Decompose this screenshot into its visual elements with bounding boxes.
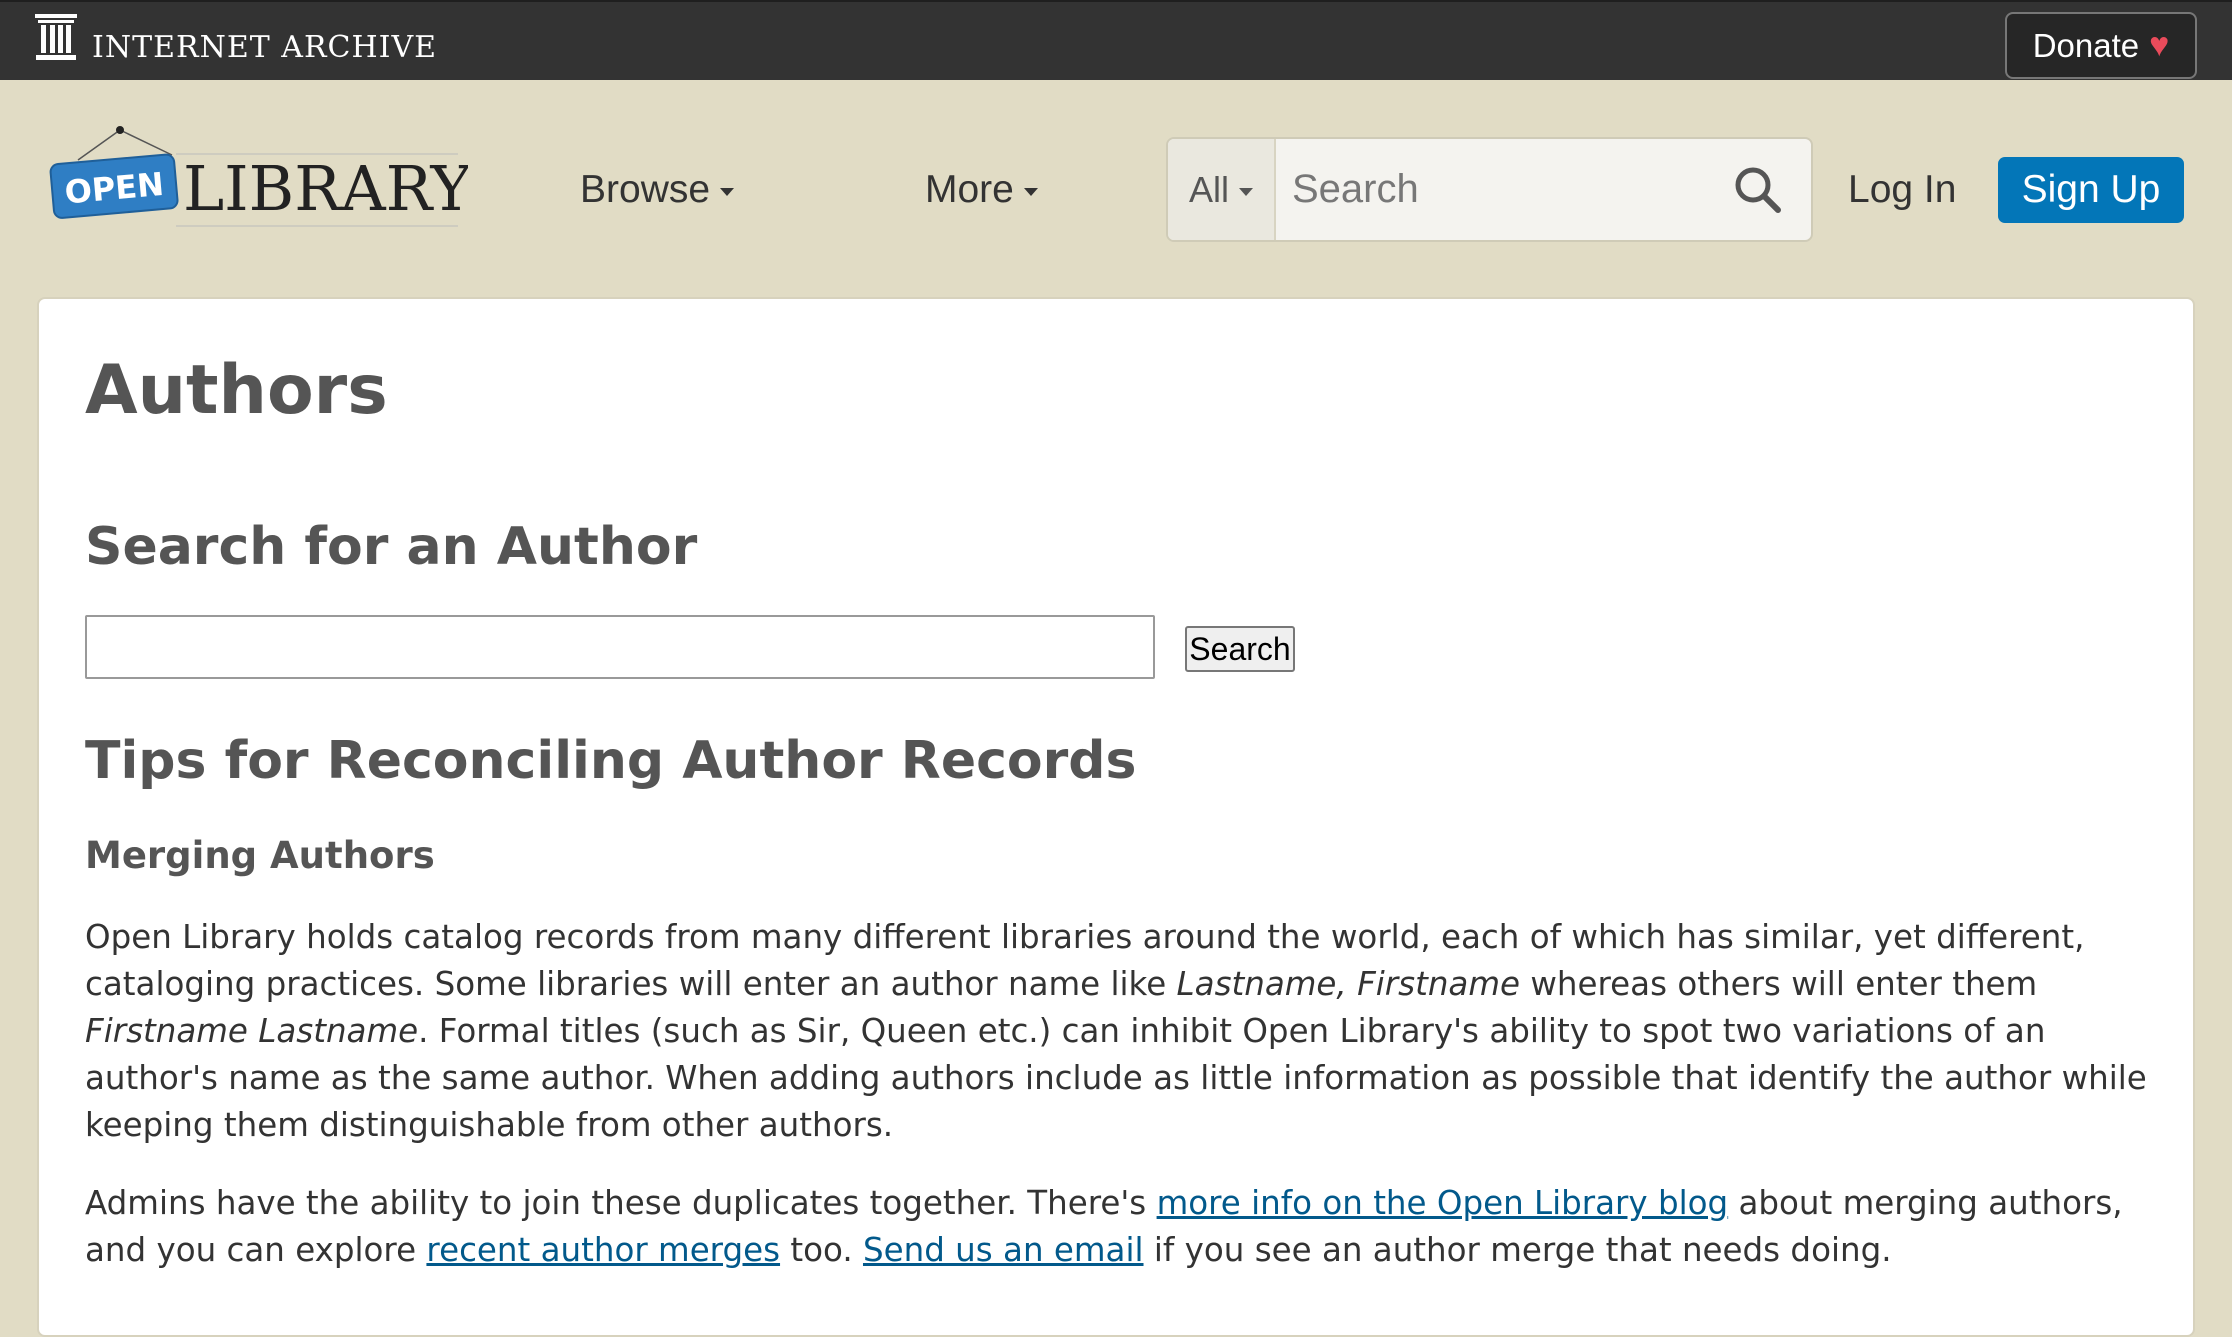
internet-archive-title[interactable]: INTERNET ARCHIVE xyxy=(92,30,437,65)
signup-button[interactable]: Sign Up xyxy=(1998,157,2184,223)
para2-text-3: too. xyxy=(780,1231,863,1269)
merging-paragraph: Open Library holds catalog records from … xyxy=(85,914,2175,1149)
browse-label: Browse xyxy=(580,168,711,211)
search-author-heading: Search for an Author xyxy=(85,517,698,577)
author-search-input[interactable] xyxy=(85,615,1155,679)
search-scope-label: All xyxy=(1188,168,1229,210)
logo-library-text: LIBRARY xyxy=(183,152,468,225)
para1-em-2: Firstname Lastname xyxy=(85,1012,419,1050)
more-label: More xyxy=(925,168,1014,211)
recent-merges-link[interactable]: recent author merges xyxy=(426,1231,780,1269)
content-card: Authors Search for an Author Search Tips… xyxy=(37,297,2195,1337)
internet-archive-logo-icon[interactable] xyxy=(34,12,78,62)
para1-text-2: whereas others will enter them xyxy=(1520,965,2038,1003)
para1-em-1: Lastname, Firstname xyxy=(1176,965,1521,1003)
tips-heading: Tips for Reconciling Author Records xyxy=(85,731,1137,791)
donate-label: Donate xyxy=(2032,26,2140,64)
author-search-button-label: Search xyxy=(1189,630,1291,667)
chevron-down-icon xyxy=(1239,187,1253,196)
more-menu[interactable]: More xyxy=(925,168,1038,212)
browse-menu[interactable]: Browse xyxy=(580,168,735,212)
blog-link[interactable]: more info on the Open Library blog xyxy=(1157,1184,1729,1222)
open-library-logo[interactable]: OPEN LIBRARY xyxy=(48,120,468,230)
para2-text-1: Admins have the ability to join these du… xyxy=(85,1184,1157,1222)
login-link[interactable]: Log In xyxy=(1848,168,1956,212)
para2-text-4: if you see an author merge that needs do… xyxy=(1143,1231,1892,1269)
chevron-down-icon xyxy=(720,188,735,196)
page-title: Authors xyxy=(85,351,388,430)
admins-paragraph: Admins have the ability to join these du… xyxy=(85,1180,2175,1274)
chevron-down-icon xyxy=(1023,188,1038,196)
search-input[interactable] xyxy=(1278,139,1698,240)
heart-icon: ♥ xyxy=(2149,26,2170,64)
internet-archive-bar: INTERNET ARCHIVE Donate ♥ xyxy=(0,0,2232,80)
search-scope-select[interactable]: All xyxy=(1168,139,1276,240)
merging-authors-heading: Merging Authors xyxy=(85,834,435,877)
author-search-button[interactable]: Search xyxy=(1185,626,1295,672)
donate-button[interactable]: Donate ♥ xyxy=(2005,12,2197,79)
header-search: All xyxy=(1166,137,1813,242)
signup-label: Sign Up xyxy=(2021,168,2161,211)
email-link[interactable]: Send us an email xyxy=(863,1231,1144,1269)
search-icon[interactable] xyxy=(1733,165,1783,215)
